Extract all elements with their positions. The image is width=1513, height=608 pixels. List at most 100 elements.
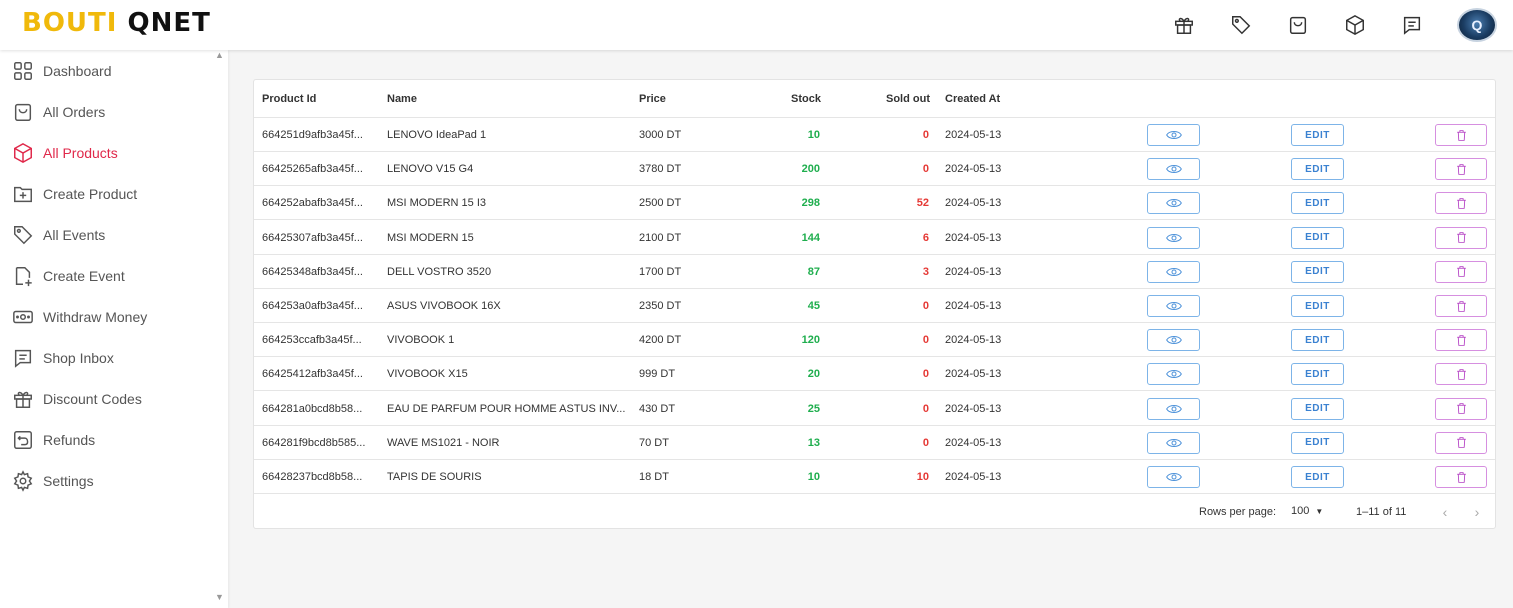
brand-logo[interactable]: BOUTI QNET (22, 8, 211, 38)
delete-product-button[interactable] (1435, 260, 1487, 283)
tag-icon[interactable] (1229, 13, 1253, 37)
edit-product-button[interactable]: EDIT (1291, 192, 1344, 215)
product-name-cell: DELL VOSTRO 3520 (387, 265, 492, 278)
sidebar-item-label: Create Product (43, 186, 138, 202)
sidebar-item-shop-inbox[interactable]: Shop Inbox (12, 343, 114, 373)
product-id-cell: 66425348afb3a45f... (262, 265, 363, 278)
delete-product-button[interactable] (1435, 192, 1487, 215)
trash-icon (1456, 471, 1466, 483)
edit-product-button[interactable]: EDIT (1291, 466, 1344, 488)
view-product-button[interactable] (1147, 158, 1200, 181)
previous-page-button[interactable]: ‹ (1435, 502, 1455, 522)
edit-product-button[interactable]: EDIT (1291, 124, 1344, 146)
view-product-button[interactable] (1147, 226, 1200, 249)
pagination-range: 1–11 of 11 (1356, 506, 1407, 518)
sidebar-item-all-events[interactable]: All Events (12, 220, 105, 250)
view-product-button[interactable] (1147, 363, 1200, 386)
edit-product-button[interactable]: EDIT (1291, 431, 1344, 454)
trash-icon (1456, 300, 1466, 312)
message-icon[interactable] (1400, 13, 1424, 37)
price-cell: 3000 DT (639, 129, 682, 141)
sidebar-item-all-products[interactable]: All Products (12, 138, 118, 168)
sidebar-item-dashboard[interactable]: Dashboard (12, 56, 112, 86)
product-id-cell: 66428237bcd8b58... (262, 471, 363, 483)
sidebar: ▲ Dashboard All Orders All Products Crea… (0, 50, 228, 608)
view-product-button[interactable] (1147, 260, 1200, 283)
view-product-button[interactable] (1147, 329, 1200, 352)
delete-product-button[interactable] (1435, 295, 1487, 317)
price-cell: 70 DT (639, 436, 669, 449)
scroll-down-arrow-icon[interactable]: ▼ (215, 592, 224, 602)
sold-out-cell: 0 (922, 300, 929, 312)
rows-per-page-select[interactable]: 100 ▼ (1291, 505, 1323, 517)
created-at-cell: 2024-05-13 (945, 471, 1002, 483)
view-product-button[interactable] (1147, 124, 1200, 146)
column-header-name[interactable]: Name (387, 93, 417, 105)
sidebar-item-refunds[interactable]: Refunds (12, 425, 95, 455)
next-page-button[interactable]: › (1467, 502, 1487, 522)
delete-product-button[interactable] (1435, 158, 1487, 181)
product-name-cell: WAVE MS1021 - NOIR (387, 436, 500, 449)
sidebar-item-label: Discount Codes (43, 391, 142, 407)
sidebar-item-label: Dashboard (43, 63, 112, 79)
view-product-button[interactable] (1147, 397, 1200, 420)
edit-product-button[interactable]: EDIT (1291, 226, 1344, 249)
stock-cell: 13 (807, 436, 820, 449)
view-product-button[interactable] (1147, 431, 1200, 454)
delete-product-button[interactable] (1435, 124, 1487, 146)
edit-product-button[interactable]: EDIT (1291, 329, 1344, 352)
top-bar: BOUTI QNET Q (0, 0, 1513, 50)
delete-product-button[interactable] (1435, 397, 1487, 420)
brand-logo-part1: BOUTI (22, 8, 118, 38)
eye-icon (1165, 404, 1182, 413)
edit-product-button[interactable]: EDIT (1291, 158, 1344, 181)
sold-out-cell: 0 (922, 436, 929, 449)
table-row: 66425265afb3a45f... LENOVO V15 G4 3780 DT 2… (254, 152, 1495, 187)
column-header-created-at[interactable]: Created At (945, 93, 1000, 105)
sidebar-item-create-event[interactable]: Create Event (12, 261, 125, 291)
sidebar-item-label: Settings (43, 473, 94, 489)
sidebar-item-withdraw-money[interactable]: Withdraw Money (12, 302, 147, 332)
brand-logo-part2: QNET (127, 8, 211, 38)
price-cell: 4200 DT (639, 334, 682, 347)
sold-out-cell: 0 (922, 163, 929, 176)
scroll-up-arrow-icon[interactable]: ▲ (215, 50, 224, 60)
edit-product-button[interactable]: EDIT (1291, 260, 1344, 283)
product-name-cell: VIVOBOOK 1 (387, 334, 455, 347)
product-name-cell: EAU DE PARFUM POUR HOMME ASTUS INV... (387, 402, 626, 415)
sidebar-item-label: All Orders (43, 104, 106, 120)
delete-product-button[interactable] (1435, 363, 1487, 386)
view-product-button[interactable] (1147, 192, 1200, 215)
sidebar-item-discount-codes[interactable]: Discount Codes (12, 384, 142, 414)
column-header-price[interactable]: Price (639, 93, 666, 105)
price-cell: 2500 DT (639, 197, 682, 210)
delete-product-button[interactable] (1435, 431, 1487, 454)
sidebar-item-all-orders[interactable]: All Orders (12, 97, 105, 127)
sidebar-item-create-product[interactable]: Create Product (12, 179, 137, 209)
eye-icon (1165, 199, 1182, 208)
shopping-bag-icon[interactable] (1286, 13, 1310, 37)
delete-product-button[interactable] (1435, 329, 1487, 352)
column-header-sold-out[interactable]: Sold out (886, 93, 930, 105)
column-header-stock[interactable]: Stock (791, 93, 821, 105)
product-id-cell: 664252abafb3a45f... (262, 197, 363, 210)
gift-icon[interactable] (1172, 13, 1196, 37)
edit-product-button[interactable]: EDIT (1291, 397, 1344, 420)
table-header: Product Id Name Price Stock Sold out Cre… (254, 80, 1495, 118)
user-avatar[interactable]: Q (1457, 8, 1497, 42)
created-at-cell: 2024-05-13 (945, 436, 1002, 449)
box-icon[interactable] (1343, 13, 1367, 37)
view-product-button[interactable] (1147, 466, 1200, 488)
product-name-cell: LENOVO V15 G4 (387, 163, 474, 176)
created-at-cell: 2024-05-13 (945, 334, 1002, 347)
sold-out-cell: 10 (916, 471, 929, 483)
view-product-button[interactable] (1147, 295, 1200, 317)
edit-product-button[interactable]: EDIT (1291, 363, 1344, 386)
sidebar-item-settings[interactable]: Settings (12, 466, 94, 496)
edit-product-button[interactable]: EDIT (1291, 295, 1344, 317)
product-id-cell: 66425307afb3a45f... (262, 231, 363, 244)
column-header-product-id[interactable]: Product Id (262, 93, 316, 105)
delete-product-button[interactable] (1435, 226, 1487, 249)
table-row: 66425348afb3a45f... DELL VOSTRO 3520 1700 … (254, 255, 1495, 289)
delete-product-button[interactable] (1435, 466, 1487, 488)
